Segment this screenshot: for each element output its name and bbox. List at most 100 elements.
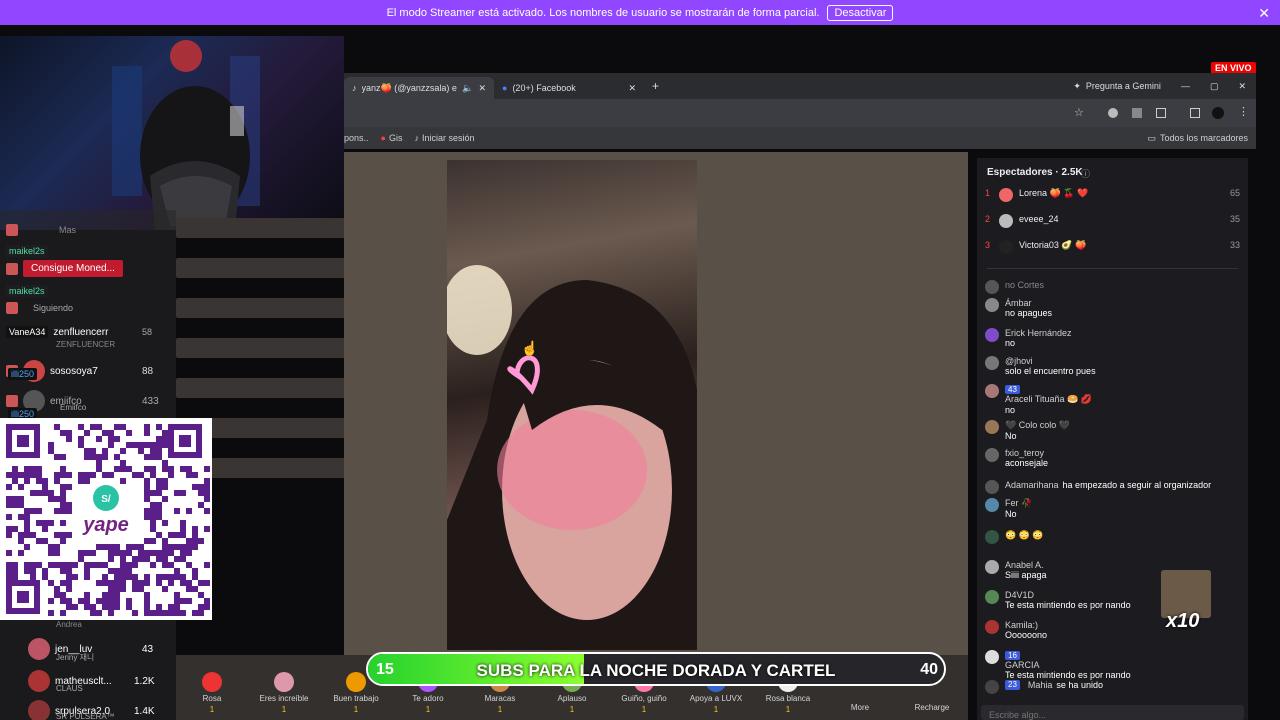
top-viewer-row[interactable]: 1 Lorena 🍑 🍒 ❤️ 65 bbox=[985, 188, 1240, 202]
streamer-mode-banner: El modo Streamer está activado. Los nomb… bbox=[0, 0, 1280, 25]
bookmark-item[interactable]: pons.. bbox=[344, 133, 369, 143]
left-chat-count: 58 bbox=[142, 327, 153, 337]
chat-message[interactable]: 🖤 Colo colo 🖤 No bbox=[985, 420, 1240, 441]
gift-name: More bbox=[850, 703, 870, 712]
chat-text: no bbox=[1005, 338, 1016, 348]
yape-qr-code: S/ yape bbox=[0, 418, 212, 620]
chat-text: se ha unido bbox=[1056, 680, 1103, 690]
chat-message[interactable]: Kamila:) Oooooono bbox=[985, 620, 1240, 640]
chat-message[interactable]: Fer 🥀 No bbox=[985, 498, 1240, 519]
subs-goal-text: SUBS PARA LA NOCHE DORADA Y CARTEL bbox=[476, 661, 836, 680]
chat-text: ha empezado a seguir al organizador bbox=[1062, 480, 1212, 490]
viewer-name: Victoria03 🥑 🍑 bbox=[1019, 240, 1087, 250]
bookmark-item[interactable]: Gis bbox=[389, 133, 403, 143]
left-chat-item[interactable]: VaneA34 zenfluencerr 58 bbox=[6, 326, 152, 338]
gift-price: 1 bbox=[785, 705, 791, 714]
close-icon[interactable]: ✕ bbox=[478, 83, 486, 94]
gift-item[interactable]: Rosa 1 bbox=[177, 672, 247, 714]
avatar bbox=[985, 384, 999, 398]
gemini-button[interactable]: ✦ Pregunta a Gemini bbox=[1073, 81, 1161, 92]
chat-message[interactable]: Erick Hernández no bbox=[985, 328, 1240, 348]
browser-address-bar[interactable]: ☆ ⋮ bbox=[344, 99, 1256, 127]
bookmark-item[interactable]: Iniciar sesión bbox=[422, 133, 475, 143]
gift-price: 1 bbox=[425, 705, 431, 714]
left-chat-item[interactable]: Siguiendo bbox=[6, 302, 73, 314]
rank: 2 bbox=[985, 214, 991, 224]
viewer-name: Lorena 🍑 🍒 ❤️ bbox=[1019, 188, 1089, 198]
top-viewer-row[interactable]: 3 Victoria03 🥑 🍑 33 bbox=[985, 240, 1240, 254]
placeholder-bar bbox=[176, 338, 356, 358]
bookmark-star-icon[interactable]: ☆ bbox=[1074, 106, 1084, 119]
gift-name: Buen trabajo bbox=[333, 694, 379, 703]
info-icon[interactable]: ⓘ bbox=[1081, 167, 1090, 180]
get-coins-button[interactable]: Consigue Moned... bbox=[23, 260, 123, 277]
all-bookmarks[interactable]: ▭ Todos los marcadores bbox=[1147, 133, 1248, 144]
deactivate-button[interactable]: Desactivar bbox=[827, 4, 894, 21]
placeholder-bar bbox=[176, 298, 356, 318]
gift-name: Guiño, guiño bbox=[621, 694, 667, 703]
close-icon[interactable]: ✕ bbox=[628, 83, 636, 94]
browser-tab-strip: ♪ yanz🍑 (@yanzzsala) es... 🔈 ✕ ● (20+) F… bbox=[344, 73, 1256, 99]
live-video[interactable]: ☝ bbox=[447, 160, 697, 650]
chat-message[interactable]: 😳 😳 😳 bbox=[985, 530, 1240, 544]
chat-text: Oooooono bbox=[1005, 630, 1048, 640]
avatar bbox=[985, 328, 999, 342]
chat-username: Erick Hernández bbox=[1005, 328, 1072, 338]
minimize-icon[interactable]: — bbox=[1181, 81, 1190, 91]
avatar bbox=[985, 650, 999, 664]
tab-facebook[interactable]: ● (20+) Facebook ✕ bbox=[494, 77, 644, 99]
left-chat-item[interactable]: Consigue Moned... bbox=[6, 260, 123, 277]
rank: 3 bbox=[985, 240, 991, 250]
left-chat-subname: ZENFLUENCER bbox=[56, 340, 116, 349]
left-chat-tag: illi250 bbox=[8, 368, 38, 380]
left-chat-subname: CLAUS bbox=[56, 684, 83, 693]
extension-icon[interactable] bbox=[1132, 108, 1142, 118]
viewer-score: 35 bbox=[1229, 214, 1240, 224]
menu-icon[interactable]: ⋮ bbox=[1238, 105, 1249, 118]
top-viewer-row[interactable]: 2 eveee_24 35 bbox=[985, 214, 1240, 228]
chat-message[interactable]: fxio_teroy aconsejale bbox=[985, 448, 1240, 468]
left-chat-name: zenfluencerr bbox=[53, 326, 109, 338]
chat-text: Te esta mintiendo es por nando bbox=[1005, 670, 1131, 680]
left-chat-tag: maikel2s bbox=[6, 285, 48, 297]
new-tab-icon[interactable]: + bbox=[652, 79, 659, 93]
user-tag: VaneA34 bbox=[6, 326, 49, 338]
chat-body: 43 Araceli Tituaña 🥯 💋 no bbox=[1005, 384, 1092, 415]
chat-message[interactable]: Ámbar no apagues bbox=[985, 298, 1240, 318]
maximize-icon[interactable]: ▢ bbox=[1210, 81, 1219, 92]
gift-item[interactable]: Eres increíble 1 bbox=[249, 672, 319, 714]
puzzle-icon[interactable] bbox=[1156, 108, 1166, 118]
left-chat-sub: CLAUS bbox=[56, 684, 83, 693]
left-chat-subname: Andrea bbox=[56, 620, 82, 629]
left-chat-subname: Jenny 재니 bbox=[56, 653, 95, 662]
tab-tiktok[interactable]: ♪ yanz🍑 (@yanzzsala) es... 🔈 ✕ bbox=[344, 77, 494, 99]
profile-avatar[interactable] bbox=[1212, 107, 1224, 119]
chat-username: Fer 🥀 bbox=[1005, 498, 1033, 508]
yape-logo: yape bbox=[82, 514, 129, 536]
chat-message[interactable]: 43 Araceli Tituaña 🥯 💋 no bbox=[985, 384, 1240, 415]
avatar bbox=[985, 420, 999, 434]
rank: 1 bbox=[985, 188, 991, 198]
close-icon[interactable]: ✕ bbox=[1258, 5, 1270, 22]
chat-text: Siiii apaga bbox=[1005, 570, 1047, 580]
chat-message[interactable]: @jhovi solo el encuentro pues bbox=[985, 356, 1240, 376]
avatar bbox=[999, 240, 1013, 254]
chat-message[interactable]: no Cortes bbox=[985, 280, 1240, 294]
chat-message[interactable]: 16 GARCIA Te esta mintiendo es por nando bbox=[985, 650, 1240, 680]
extension-icon[interactable] bbox=[1108, 108, 1118, 118]
chat-text: No bbox=[1005, 431, 1017, 441]
sidepanel-icon[interactable] bbox=[1190, 108, 1200, 118]
gift-icon bbox=[202, 672, 222, 692]
chat-input-box[interactable] bbox=[981, 705, 1244, 720]
chat-message[interactable]: Adamarihana ha empezado a seguir al organ… bbox=[985, 480, 1240, 494]
chat-message[interactable]: 23 Mahia se ha unido bbox=[985, 680, 1240, 694]
video-frame bbox=[447, 265, 697, 650]
chat-input[interactable] bbox=[981, 707, 1181, 720]
left-chat-subname: SR PULSERA™ bbox=[56, 712, 115, 720]
following-label[interactable]: Siguiendo bbox=[33, 303, 73, 313]
avatar bbox=[985, 530, 999, 544]
avatar bbox=[985, 298, 999, 312]
facebook-icon: ● bbox=[502, 83, 508, 93]
close-window-icon[interactable]: ✕ bbox=[1238, 81, 1246, 92]
level-badge: 16 bbox=[1005, 651, 1020, 660]
